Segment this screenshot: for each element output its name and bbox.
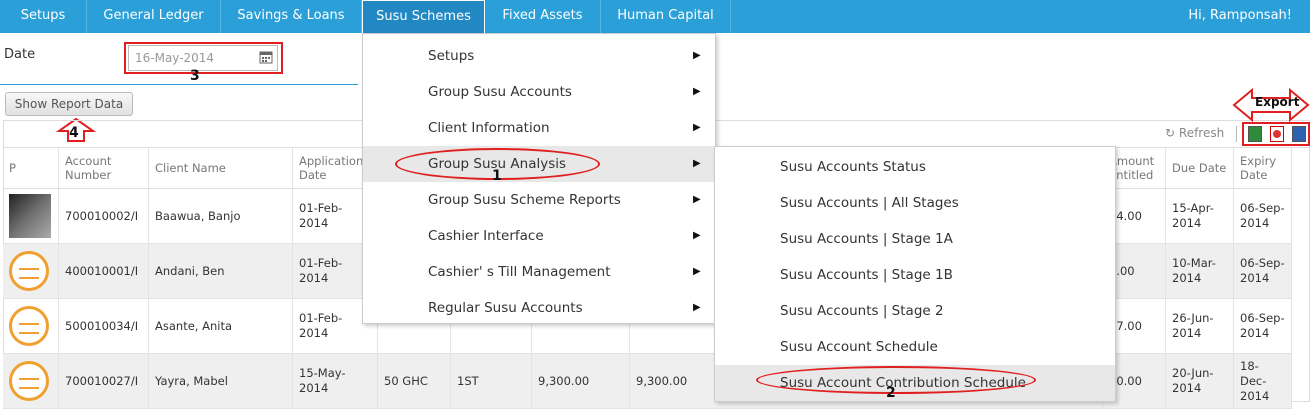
submenu-item-label: Susu Accounts | All Stages (780, 195, 959, 211)
refresh-label: Refresh (1178, 126, 1225, 140)
cell-due: 15-Apr-2014 (1165, 188, 1234, 244)
cell-client: Asante, Anita (148, 298, 293, 354)
user-greeting[interactable]: Hi, Ramponsah! (1188, 0, 1292, 31)
arrow-right-icon: ▶ (693, 158, 701, 169)
word-export-icon[interactable] (1292, 126, 1306, 142)
client-logo-icon (9, 251, 49, 291)
cell-due: 10-Mar-2014 (1165, 243, 1234, 299)
annotation-oval-2 (756, 366, 1036, 394)
cell-client: Baawua, Banjo (148, 188, 293, 244)
arrow-right-icon: ▶ (693, 194, 701, 205)
arrow-right-icon: ▶ (693, 266, 701, 277)
menu-item-label: Client Information (428, 120, 550, 136)
cell-due: 26-Jun-2014 (1165, 298, 1234, 354)
client-photo (9, 194, 51, 238)
cell-photo (3, 298, 59, 354)
submenu-item-label: Susu Accounts | Stage 1B (780, 267, 953, 283)
cell-client: Yayra, Mabel (148, 353, 293, 409)
menu-item-label: Group Susu Accounts (428, 84, 572, 100)
arrow-right-icon: ▶ (693, 230, 701, 241)
menu-item-label: Group Susu Scheme Reports (428, 192, 621, 208)
menu-item-cashier-interface[interactable]: Cashier Interface ▶ (363, 218, 715, 254)
cell-expiry: 06-Sep-2014 (1233, 298, 1292, 354)
menu-item-label: Cashier' s Till Management (428, 264, 611, 280)
cell-photo (3, 188, 59, 244)
submenu-item-label: Susu Accounts | Stage 2 (780, 303, 944, 319)
toolbar-separator (1236, 126, 1237, 142)
nav-human-capital[interactable]: Human Capital (601, 0, 731, 33)
show-report-button[interactable]: Show Report Data (5, 92, 133, 116)
pdf-export-icon[interactable] (1270, 126, 1284, 142)
cell-expiry: 18-Dec-2014 (1233, 353, 1292, 409)
arrow-right-icon: ▶ (693, 86, 701, 97)
menu-item-cashier-till-management[interactable]: Cashier' s Till Management ▶ (363, 254, 715, 290)
excel-export-icon[interactable] (1248, 126, 1262, 142)
col-client-name[interactable]: Client Name (148, 148, 293, 189)
refresh-icon: ↻ (1165, 126, 1176, 140)
submenu-item-accounts-status[interactable]: Susu Accounts Status (715, 149, 1115, 185)
nav-setups[interactable]: Setups (0, 0, 87, 33)
client-logo-icon (9, 306, 49, 346)
cell-account: 500010034/I (58, 298, 149, 354)
submenu-item-all-stages[interactable]: Susu Accounts | All Stages (715, 185, 1115, 221)
menu-item-group-susu-accounts[interactable]: Group Susu Accounts ▶ (363, 74, 715, 110)
cell-photo (3, 353, 59, 409)
menu-item-label: Setups (428, 48, 475, 64)
client-logo-icon (9, 361, 49, 401)
group-susu-analysis-submenu: Susu Accounts Status Susu Accounts | All… (714, 146, 1116, 402)
submenu-item-stage-2[interactable]: Susu Accounts | Stage 2 (715, 293, 1115, 329)
arrow-right-icon: ▶ (693, 122, 701, 133)
refresh-button[interactable]: ↻ Refresh (1165, 126, 1224, 140)
col-due-date[interactable]: Due Date (1165, 148, 1234, 189)
cell-6: 1ST (450, 353, 532, 409)
date-label: Date (4, 47, 36, 62)
nav-susu-schemes[interactable]: Susu Schemes (362, 0, 485, 33)
cell-account: 700010027/I (58, 353, 149, 409)
export-label: Export (1255, 95, 1300, 109)
col-account-number[interactable]: Account Number (58, 148, 149, 189)
submenu-item-stage-1b[interactable]: Susu Accounts | Stage 1B (715, 257, 1115, 293)
divider (0, 84, 358, 85)
cell-account: 400010001/I (58, 243, 149, 299)
menu-item-label: Cashier Interface (428, 228, 544, 244)
cell-7: 9,300.00 (531, 353, 630, 409)
submenu-item-stage-1a[interactable]: Susu Accounts | Stage 1A (715, 221, 1115, 257)
cell-expiry: 06-Sep-2014 (1233, 188, 1292, 244)
submenu-item-label: Susu Accounts Status (780, 159, 926, 175)
top-nav: Setups General Ledger Savings & Loans Su… (0, 0, 1310, 33)
menu-item-setups[interactable]: Setups ▶ (363, 38, 715, 74)
menu-item-regular-susu-accounts[interactable]: Regular Susu Accounts ▶ (363, 290, 715, 326)
submenu-item-label: Susu Accounts | Stage 1A (780, 231, 953, 247)
annotation-3: 3 (190, 68, 200, 84)
cell-app-date: 15-May-2014 (292, 353, 378, 409)
annotation-2: 2 (886, 385, 896, 401)
arrow-right-icon: ▶ (693, 302, 701, 313)
menu-item-label: Regular Susu Accounts (428, 300, 583, 316)
cell-account: 700010002/I (58, 188, 149, 244)
nav-fixed-assets[interactable]: Fixed Assets (485, 0, 601, 33)
cell-5: 50 GHC (377, 353, 451, 409)
cell-photo (3, 243, 59, 299)
menu-item-client-information[interactable]: Client Information ▶ (363, 110, 715, 146)
annotation-1: 1 (492, 168, 502, 184)
nav-savings-loans[interactable]: Savings & Loans (221, 0, 362, 33)
menu-item-group-susu-scheme-reports[interactable]: Group Susu Scheme Reports ▶ (363, 182, 715, 218)
nav-general-ledger[interactable]: General Ledger (87, 0, 221, 33)
submenu-item-account-schedule[interactable]: Susu Account Schedule (715, 329, 1115, 365)
cell-due: 20-Jun-2014 (1165, 353, 1234, 409)
submenu-item-label: Susu Account Schedule (780, 339, 938, 355)
arrow-right-icon: ▶ (693, 50, 701, 61)
col-expiry-date[interactable]: Expiry Date (1233, 148, 1292, 189)
col-photo[interactable]: P (3, 148, 59, 189)
cell-client: Andani, Ben (148, 243, 293, 299)
cell-expiry: 06-Sep-2014 (1233, 243, 1292, 299)
annotation-box-date (124, 42, 283, 74)
